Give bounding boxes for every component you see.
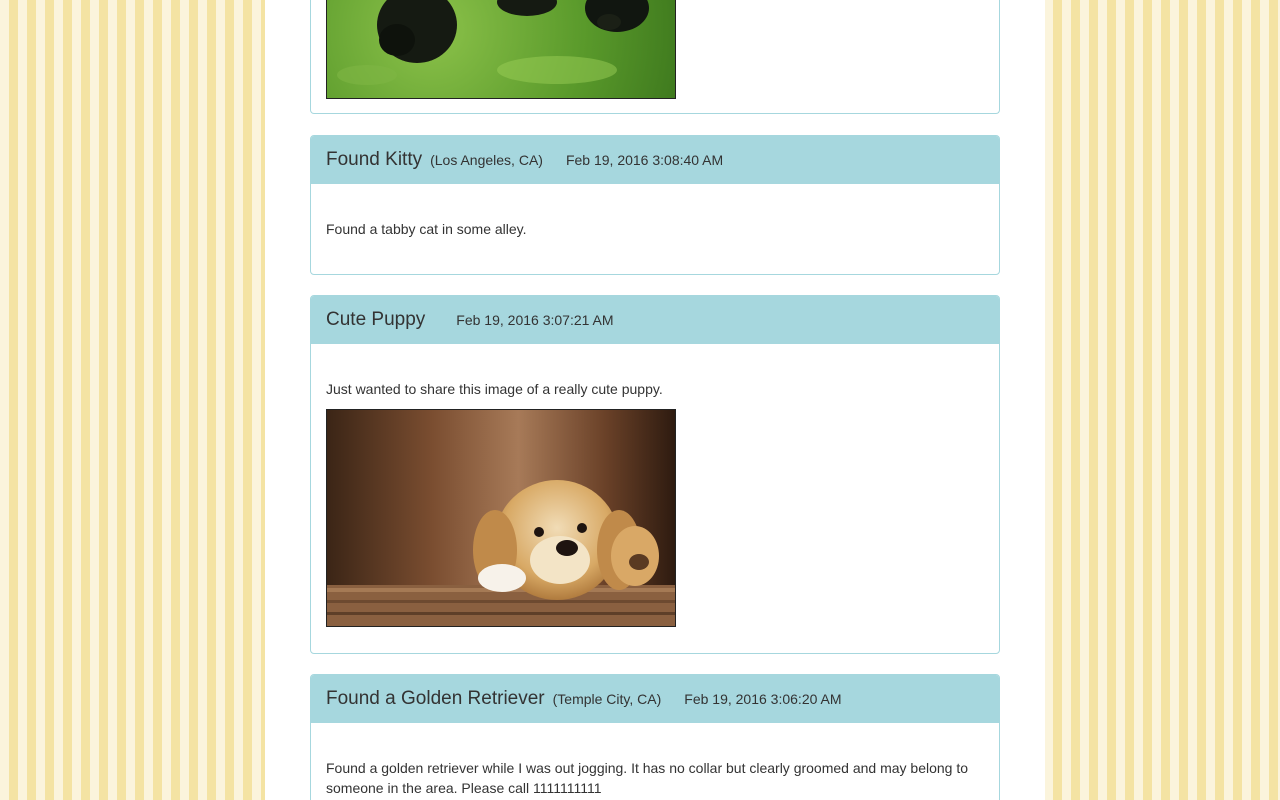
post-location: (Los Angeles, CA) <box>430 152 543 168</box>
post-header: Found Kitty (Los Angeles, CA) Feb 19, 20… <box>311 136 999 184</box>
post-card: Found Kitty (Los Angeles, CA) Feb 19, 20… <box>310 135 1000 275</box>
post-timestamp: Feb 19, 2016 3:07:21 AM <box>456 312 614 328</box>
post-text: Just wanted to share this image of a rea… <box>326 381 663 397</box>
post-text: Found a tabby cat in some alley. <box>326 221 527 237</box>
post-card: Cute Puppy Feb 19, 2016 3:07:21 AM Just … <box>310 295 1000 654</box>
posts-column: Found Kitty (Los Angeles, CA) Feb 19, 20… <box>265 0 1045 800</box>
post-title[interactable]: Cute Puppy <box>326 309 425 331</box>
post-header: Found a Golden Retriever (Temple City, C… <box>311 675 999 723</box>
post-text: Found a golden retriever while I was out… <box>326 760 969 796</box>
post-timestamp: Feb 19, 2016 3:06:20 AM <box>684 691 842 707</box>
black-puppies-on-grass-photo <box>326 0 676 99</box>
post-title[interactable]: Found a Golden Retriever <box>326 688 545 710</box>
post-card <box>310 0 1000 114</box>
post-timestamp: Feb 19, 2016 3:08:40 AM <box>565 152 724 168</box>
post-header: Cute Puppy Feb 19, 2016 3:07:21 AM <box>311 296 999 344</box>
post-card: Found a Golden Retriever (Temple City, C… <box>310 674 1000 800</box>
post-title[interactable]: Found Kitty <box>326 149 422 171</box>
golden-puppy-photo[interactable] <box>326 409 676 627</box>
post-location: (Temple City, CA) <box>552 691 662 707</box>
